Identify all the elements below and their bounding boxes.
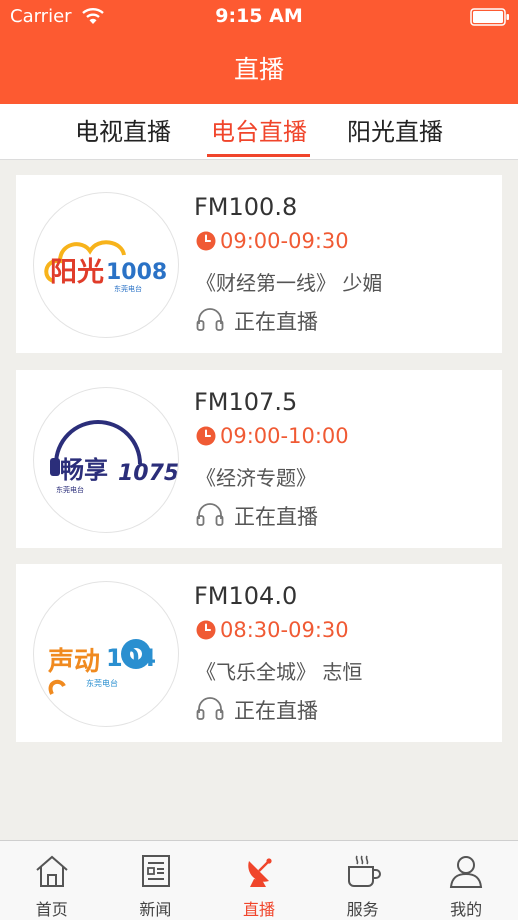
- tabbar-item-home[interactable]: 首页: [0, 841, 104, 920]
- station-logo: 阳光 1008 东莞电台: [33, 192, 179, 338]
- logo-caption: 东莞电台: [114, 284, 142, 293]
- program-name: 《飞乐全城》 志恒: [196, 660, 363, 684]
- page-title: 直播: [233, 55, 284, 84]
- home-icon: [36, 855, 68, 887]
- logo-number: 1075: [118, 461, 179, 486]
- user-icon: [450, 856, 483, 888]
- clock-icon: [196, 426, 216, 446]
- schedule-time: 09:00-10:00: [220, 424, 349, 448]
- tab-sunshine-live[interactable]: 阳光直播: [339, 112, 451, 147]
- headphone-icon: [196, 697, 224, 720]
- schedule-time: 08:30-09:30: [220, 618, 349, 642]
- segment-tabs: 电视直播 电台直播 阳光直播: [0, 104, 518, 160]
- status-bar: Carrier 9:15 AM: [0, 0, 518, 34]
- tabbar-label: 服务: [346, 900, 379, 919]
- clock-icon: [196, 231, 216, 251]
- tabbar-label: 新闻: [139, 900, 172, 919]
- active-tab-indicator: [207, 154, 310, 157]
- headphone-icon: [196, 503, 224, 526]
- live-label: 正在直播: [234, 310, 318, 334]
- clock-icon: [196, 620, 216, 640]
- tabbar-item-news[interactable]: 新闻: [104, 841, 208, 920]
- tabbar-item-services[interactable]: 服务: [311, 841, 415, 920]
- logo-brand-text: 阳光: [50, 257, 104, 288]
- navigation-bar: Carrier 9:15 AM 直播: [0, 0, 518, 104]
- status-time: 9:15 AM: [215, 5, 303, 27]
- logo-number: 1008: [106, 260, 167, 285]
- coffee-cup-icon: [347, 855, 381, 887]
- tabbar-item-live[interactable]: 直播: [207, 841, 311, 920]
- tab-radio-live[interactable]: 电台直播: [203, 112, 315, 147]
- station-card[interactable]: 畅享 1075 东莞电台 FM107.5 09:00-10:00 《经济专题》 …: [16, 370, 502, 548]
- program-name: 《经济专题》: [196, 466, 316, 490]
- tabbar-item-profile[interactable]: 我的: [414, 841, 518, 920]
- program-name: 《财经第一线》 少媚: [196, 271, 383, 295]
- satellite-dish-icon: [248, 858, 272, 887]
- station-logo: 畅享 1075 东莞电台: [33, 387, 179, 533]
- schedule-time: 09:00-09:30: [220, 229, 349, 253]
- station-frequency: FM100.8: [194, 193, 298, 221]
- tabbar-label: 直播: [242, 900, 275, 919]
- news-icon: [141, 855, 170, 887]
- battery-icon: [470, 8, 509, 26]
- live-label: 正在直播: [234, 505, 318, 529]
- station-frequency: FM104.0: [194, 582, 298, 610]
- tabbar-label: 首页: [35, 900, 68, 919]
- station-frequency: FM107.5: [194, 388, 298, 416]
- station-logo: 声动 104 东莞电台: [33, 581, 179, 727]
- tabbar-label: 我的: [450, 900, 483, 919]
- live-label: 正在直播: [234, 699, 318, 723]
- tab-tv-live[interactable]: 电视直播: [67, 112, 179, 147]
- station-card[interactable]: 声动 104 东莞电台 FM104.0 08:30-09:30 《飞乐全城》 志…: [16, 564, 502, 742]
- logo-brand-text: 声动: [48, 647, 100, 677]
- headphone-icon: [196, 308, 224, 331]
- bottom-tab-bar: 首页 新闻 直播 服务 我的: [0, 840, 518, 920]
- station-card[interactable]: 阳光 1008 东莞电台 FM100.8 09:00-09:30 《财经第一线》…: [16, 175, 502, 353]
- logo-caption: 东莞电台: [86, 678, 118, 688]
- logo-number: 104: [106, 644, 156, 672]
- logo-brand-text: 畅享: [60, 456, 108, 484]
- logo-caption: 东莞电台: [56, 485, 84, 494]
